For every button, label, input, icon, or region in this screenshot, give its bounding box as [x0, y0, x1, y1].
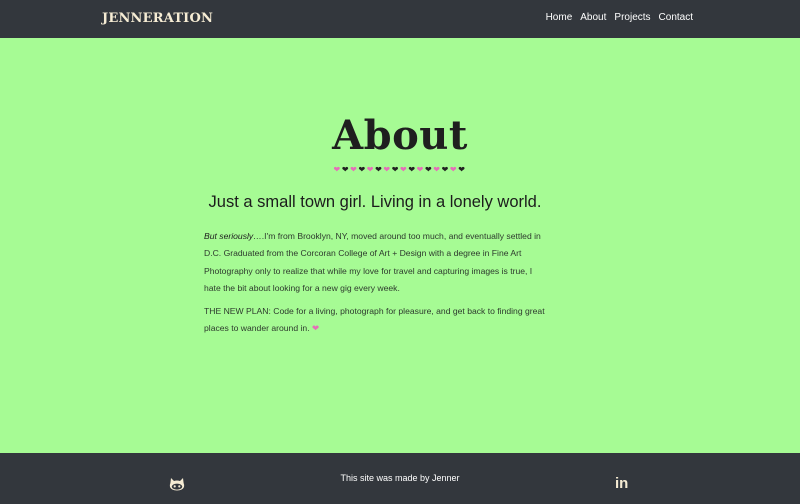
heart-icon: ❤: [391, 165, 400, 174]
top-navbar: JENNERATION Home About Projects Contact: [0, 0, 800, 38]
about-paragraph-1: But seriously….I'm from Brooklyn, NY, mo…: [204, 228, 549, 297]
footer: This site was made by Jenner in: [0, 453, 800, 504]
heart-icon: ❤: [358, 165, 367, 174]
heart-icon: ❤: [383, 165, 392, 174]
heart-icon: ❤: [424, 165, 434, 174]
heart-icon: ❤: [441, 165, 450, 174]
nav-links: Home About Projects Contact: [546, 12, 693, 23]
heart-icon: ❤: [408, 165, 417, 174]
page-title: About: [332, 112, 468, 159]
heart-icon: ❤: [366, 165, 376, 174]
brand-logo[interactable]: JENNERATION: [102, 11, 213, 26]
heart-icon: ❤: [433, 165, 442, 174]
page-subtitle: Just a small town girl. Living in a lone…: [208, 193, 542, 211]
nav-contact-link[interactable]: Contact: [659, 12, 693, 23]
nav-home-link[interactable]: Home: [546, 12, 573, 23]
about-italic-intro: But seriously…: [204, 231, 262, 241]
about-paragraph-2: THE NEW PLAN: Code for a living, photogr…: [204, 303, 549, 338]
nav-about-link[interactable]: About: [580, 12, 606, 23]
linkedin-icon[interactable]: in: [615, 475, 628, 492]
hearts-divider: ❤❤❤❤❤❤❤❤❤❤❤❤❤❤❤❤: [0, 165, 800, 175]
footer-credit: This site was made by Jenner: [340, 473, 460, 483]
heart-icon: ❤: [333, 165, 342, 174]
about-body: But seriously….I'm from Brooklyn, NY, mo…: [204, 228, 549, 344]
heart-icon: ❤: [341, 165, 351, 174]
nav-projects-link[interactable]: Projects: [614, 12, 650, 23]
heart-icon: ❤: [449, 165, 459, 174]
heart-icon: ❤: [311, 323, 320, 334]
heart-icon: ❤: [416, 165, 425, 174]
heart-icon: ❤: [458, 165, 467, 174]
about-paragraph-2-text: THE NEW PLAN: Code for a living, photogr…: [204, 306, 545, 334]
